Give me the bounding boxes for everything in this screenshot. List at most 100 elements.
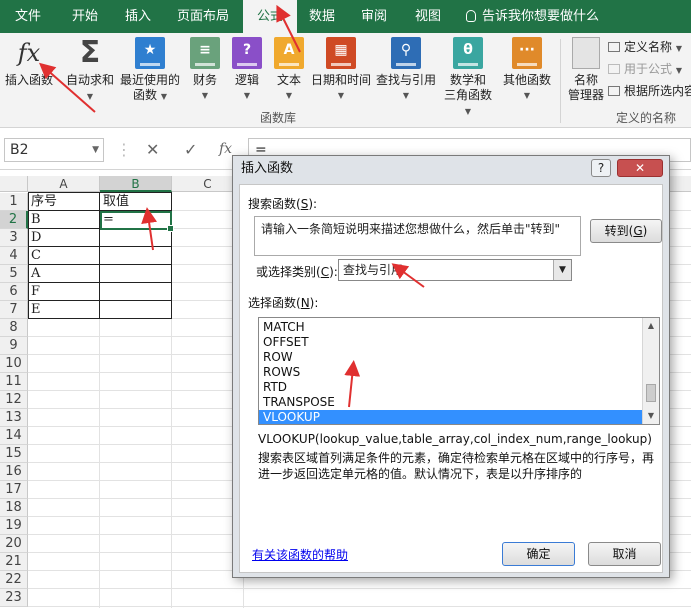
- use-in-formula-button[interactable]: 用于公式 ▼: [608, 59, 682, 79]
- scroll-down-icon[interactable]: ▼: [643, 408, 659, 424]
- row-header-6[interactable]: 6: [0, 283, 28, 301]
- cell-a6[interactable]: F: [28, 283, 100, 301]
- dropdown-arrow-icon: ▼: [201, 91, 209, 100]
- create-from-selection-label: 根据所选内容: [624, 84, 691, 98]
- insert-function-fx-icon[interactable]: fx: [219, 141, 232, 157]
- list-item[interactable]: ROWS: [259, 365, 642, 380]
- insert-function-dialog: 插入函数 ? ✕ 搜索函数(S): 请输入一条简短说明来描述您想做什么，然后单击…: [232, 155, 670, 578]
- insert-function-button[interactable]: fx 插入函数: [2, 37, 56, 88]
- tell-me-label: 告诉我你想要做什么: [482, 9, 600, 24]
- row-header-13[interactable]: 13: [0, 409, 28, 427]
- row-header-14[interactable]: 14: [0, 427, 28, 445]
- define-name-label: 定义名称: [624, 40, 673, 54]
- name-manager-button[interactable]: 名称 管理器: [566, 37, 606, 103]
- cell-a2[interactable]: B: [28, 211, 100, 229]
- list-item[interactable]: MATCH: [259, 320, 642, 335]
- datetime-button[interactable]: ▦ 日期和时间 ▼: [310, 37, 372, 103]
- text-functions-button[interactable]: A 文本 ▼: [270, 37, 308, 103]
- row-header-3[interactable]: 3: [0, 229, 28, 247]
- table-border: [28, 192, 172, 193]
- row-header-8[interactable]: 8: [0, 319, 28, 337]
- tab-formulas[interactable]: 公式: [243, 0, 297, 33]
- row-header-7[interactable]: 7: [0, 301, 28, 319]
- scroll-thumb[interactable]: [646, 384, 656, 402]
- tab-page-layout[interactable]: 页面布局: [168, 0, 238, 33]
- row-header-9[interactable]: 9: [0, 337, 28, 355]
- ok-button[interactable]: 确定: [502, 542, 575, 566]
- cell-b1[interactable]: 取值: [100, 193, 172, 211]
- name-manager-icon: [572, 37, 600, 69]
- logical-button[interactable]: ? 逻辑 ▼: [228, 37, 266, 103]
- row-header-19[interactable]: 19: [0, 517, 28, 535]
- select-all-corner[interactable]: [0, 176, 28, 192]
- tab-file[interactable]: 文件: [2, 0, 54, 33]
- row-header-2[interactable]: 2: [0, 211, 28, 229]
- row-header-15[interactable]: 15: [0, 445, 28, 463]
- row-header-18[interactable]: 18: [0, 499, 28, 517]
- search-function-input[interactable]: 请输入一条简短说明来描述您想做什么，然后单击"转到": [254, 216, 581, 256]
- row-header-23[interactable]: 23: [0, 589, 28, 607]
- dropdown-arrow-icon: ▼: [464, 107, 472, 116]
- name-box[interactable]: B2 ▼: [4, 138, 104, 162]
- defined-names-group-label: 定义的名称: [616, 111, 677, 125]
- tab-view[interactable]: 视图: [406, 0, 450, 33]
- enter-formula-icon[interactable]: ✓: [184, 140, 197, 159]
- cell-a3[interactable]: D: [28, 229, 100, 247]
- more-functions-button[interactable]: ··· 其他函数 ▼: [500, 37, 554, 103]
- list-item[interactable]: TRANSPOSE: [259, 395, 642, 410]
- tab-insert[interactable]: 插入: [114, 0, 162, 33]
- math-trig-button[interactable]: θ 数学和 三角函数 ▼: [440, 37, 496, 119]
- category-select[interactable]: 查找与引用 ▼: [338, 259, 572, 281]
- row-header-12[interactable]: 12: [0, 391, 28, 409]
- column-header-a[interactable]: A: [28, 176, 100, 192]
- ribbon-tab-bar: 文件 开始 插入 页面布局 公式 数据 审阅 视图 告诉我你想要做什么: [0, 0, 691, 33]
- tab-data[interactable]: 数据: [300, 0, 344, 33]
- close-icon[interactable]: ✕: [617, 159, 663, 177]
- sigma-icon: Σ: [79, 35, 101, 70]
- create-from-selection-button[interactable]: 根据所选内容: [608, 81, 691, 101]
- calendar-book-icon: ▦: [326, 37, 356, 69]
- cell-a7[interactable]: E: [28, 301, 100, 319]
- autosum-button[interactable]: Σ 自动求和 ▼: [62, 37, 118, 104]
- table-border: [28, 282, 172, 283]
- cancel-button[interactable]: 取消: [588, 542, 661, 566]
- define-name-button[interactable]: 定义名称 ▼: [608, 37, 682, 57]
- help-icon[interactable]: ?: [591, 159, 611, 177]
- math-label-line2: 三角函数: [443, 88, 492, 102]
- row-header-22[interactable]: 22: [0, 571, 28, 589]
- list-item[interactable]: OFFSET: [259, 335, 642, 350]
- tell-me-search[interactable]: 告诉我你想要做什么: [466, 0, 599, 33]
- column-header-b[interactable]: B: [100, 176, 172, 192]
- recently-used-button[interactable]: ★ 最近使用的 函数 ▼: [118, 37, 182, 104]
- chevron-down-icon[interactable]: ▼: [553, 260, 571, 280]
- more-dots-icon: ⋮: [116, 140, 132, 159]
- cell-a4[interactable]: C: [28, 247, 100, 265]
- financial-button[interactable]: ≡ 财务 ▼: [186, 37, 224, 103]
- row-header-10[interactable]: 10: [0, 355, 28, 373]
- function-list[interactable]: MATCH OFFSET ROW ROWS RTD TRANSPOSE VLOO…: [258, 317, 660, 425]
- help-link[interactable]: 有关该函数的帮助: [252, 546, 348, 563]
- row-header-20[interactable]: 20: [0, 535, 28, 553]
- cancel-formula-icon[interactable]: ✕: [146, 140, 159, 159]
- row-header-5[interactable]: 5: [0, 265, 28, 283]
- row-header-16[interactable]: 16: [0, 463, 28, 481]
- list-item[interactable]: ROW: [259, 350, 642, 365]
- lookup-reference-button[interactable]: ⚲ 查找与引用 ▼: [374, 37, 438, 103]
- cell-a1[interactable]: 序号: [28, 193, 100, 211]
- formula-icon: [608, 64, 620, 74]
- row-header-11[interactable]: 11: [0, 373, 28, 391]
- list-item[interactable]: RTD: [259, 380, 642, 395]
- scroll-up-icon[interactable]: ▲: [643, 318, 659, 334]
- list-item-selected[interactable]: VLOOKUP: [259, 410, 642, 424]
- row-header-21[interactable]: 21: [0, 553, 28, 571]
- tab-home[interactable]: 开始: [58, 0, 112, 33]
- cell-a5[interactable]: A: [28, 265, 100, 283]
- goto-button[interactable]: 转到(G): [590, 219, 662, 243]
- row-header-4[interactable]: 4: [0, 247, 28, 265]
- row-header-1[interactable]: 1: [0, 193, 28, 211]
- row-header-17[interactable]: 17: [0, 481, 28, 499]
- list-scrollbar[interactable]: ▲ ▼: [642, 318, 659, 424]
- dots-book-icon: ···: [512, 37, 542, 69]
- tab-review[interactable]: 审阅: [352, 0, 396, 33]
- search-function-label: 搜索函数(S):: [248, 197, 318, 211]
